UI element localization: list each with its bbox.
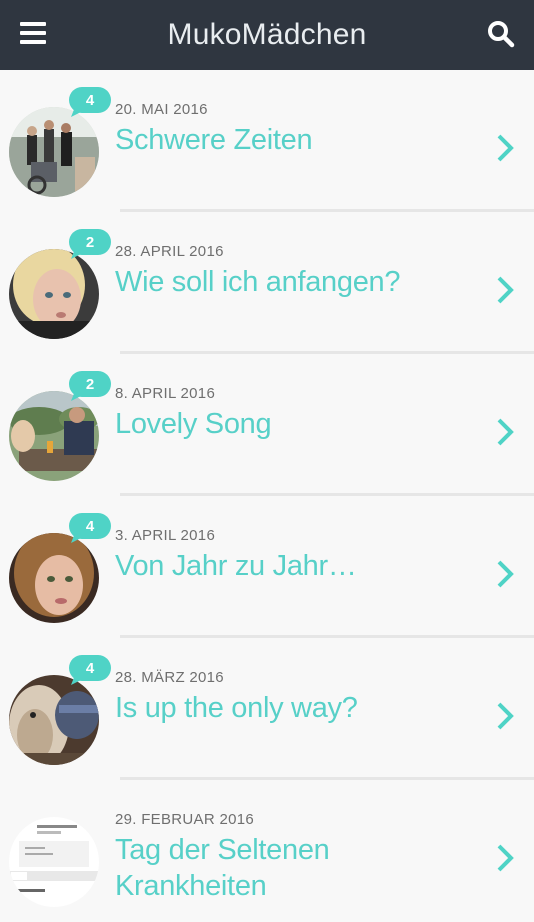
post-list-item[interactable]: 4 3. APRIL 2016 Von Jahr zu Jahr… [0,496,534,638]
post-title: Schwere Zeiten [115,124,313,156]
post-title: Is up the only way? [115,692,358,724]
comment-count: 2 [85,376,95,393]
post-thumbnail [9,817,99,907]
post-list-item[interactable]: 4 28. MÄRZ 2016 Is up the only way? [0,638,534,780]
post-thumbnail [9,249,99,339]
post-thumbnail [9,107,99,197]
post-thumbnail [9,533,99,623]
chevron-right-icon [497,844,514,872]
chevron-right-icon [497,418,514,446]
app-title: MukoMädchen [167,18,367,51]
post-list-item[interactable]: 4 20. MAI 2016 Schwere Zeiten [0,70,534,212]
post-date: 3. APRIL 2016 [115,527,216,544]
post-date: 28. MÄRZ 2016 [115,669,224,686]
post-title: Tag der Seltenen Krankheiten [115,834,330,902]
app-header: MukoMädchen [0,0,534,70]
post-list-item[interactable]: 2 28. APRIL 2016 Wie soll ich anfangen? [0,212,534,354]
post-list-item[interactable]: 2 8. APRIL 2016 Lovely Song [0,354,534,496]
chevron-right-icon [497,702,514,730]
chevron-right-icon [497,560,514,588]
chevron-right-icon [497,276,514,304]
post-title: Wie soll ich anfangen? [115,266,401,298]
comment-count: 4 [85,92,95,109]
post-thumbnail [9,675,99,765]
post-date: 29. FEBRUAR 2016 [115,811,255,828]
post-list: 4 20. MAI 2016 Schwere Zeiten 2 28. APRI… [0,70,534,922]
comment-count: 2 [85,234,95,251]
comment-count: 4 [85,518,95,535]
post-thumbnail [9,391,99,481]
comment-count: 4 [85,660,95,677]
menu-icon[interactable] [20,22,46,44]
post-list-item[interactable]: 29. FEBRUAR 2016 Tag der Seltenen Krankh… [0,780,534,922]
post-title: Lovely Song [115,408,272,440]
post-date: 20. MAI 2016 [115,101,208,118]
chevron-right-icon [497,134,514,162]
post-date: 8. APRIL 2016 [115,385,216,402]
search-icon[interactable] [486,19,516,49]
post-title: Von Jahr zu Jahr… [115,550,357,582]
post-date: 28. APRIL 2016 [115,243,224,260]
